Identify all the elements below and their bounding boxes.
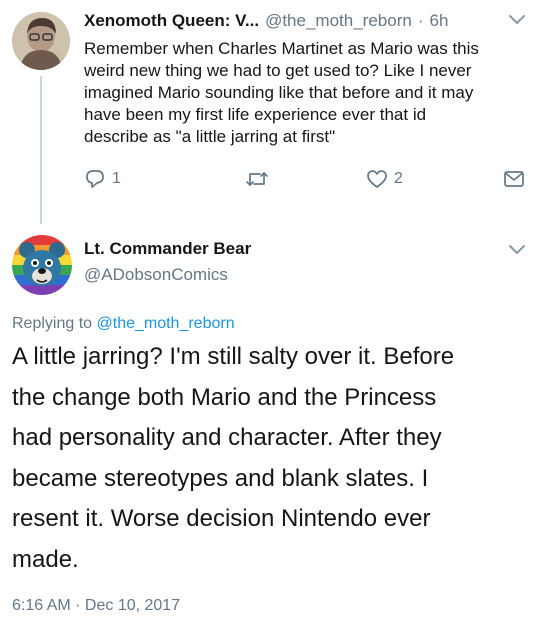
- tweet2-line: had personality and character. After the…: [12, 424, 442, 451]
- avatar-tweet1[interactable]: [12, 12, 70, 70]
- handle-tweet2[interactable]: @ADobsonComics: [84, 265, 228, 285]
- tweet1-line: Remember when Charles Martinet as Mario …: [84, 39, 479, 58]
- tweet1-line: describe as "a little jarring at first": [84, 127, 336, 146]
- tweet2-line: A little jarring? I'm still salty over i…: [12, 343, 455, 370]
- avatar-tweet2[interactable]: [12, 235, 72, 295]
- tweet1-line: weird new thing we had to get used to? L…: [84, 61, 472, 80]
- like-icon: [366, 168, 388, 190]
- handle-tweet1[interactable]: @the_moth_reborn: [265, 11, 412, 31]
- thread-line: [40, 76, 42, 224]
- tweet2-timestamp[interactable]: 6:16 AM · Dec 10, 2017: [12, 597, 180, 615]
- reply-icon: [84, 168, 106, 190]
- like-button[interactable]: 2: [366, 168, 403, 190]
- dm-button[interactable]: [503, 168, 525, 190]
- tweet2-text: A little jarring? I'm still salty over i…: [12, 337, 512, 580]
- replying-to-handle[interactable]: @the_moth_reborn: [97, 315, 235, 332]
- tweet1-text: Remember when Charles Martinet as Mario …: [84, 38, 524, 148]
- reply-button[interactable]: 1: [84, 168, 121, 190]
- retweet-icon: [244, 168, 270, 190]
- replying-to: Replying to @the_moth_reborn: [12, 315, 235, 333]
- display-name-tweet1[interactable]: Xenomoth Queen: V...: [84, 11, 259, 31]
- dm-icon: [503, 168, 525, 190]
- tweet2-line: resent it. Worse decision Nintendo ever: [12, 505, 431, 532]
- time-separator: ·: [417, 11, 424, 30]
- retweet-button[interactable]: [244, 168, 270, 190]
- chevron-down-icon[interactable]: [508, 244, 526, 256]
- tweet2-line: the change both Mario and the Princess: [12, 383, 437, 411]
- replying-prefix: Replying to: [12, 315, 93, 332]
- like-count: 2: [394, 170, 403, 187]
- tweet1-line: imagined Mario sounding like that before…: [84, 83, 474, 102]
- tweet2-line: became stereotypes and blank slates. I: [12, 464, 429, 492]
- tweet1-time[interactable]: 6h: [429, 11, 448, 31]
- display-name-tweet2[interactable]: Lt. Commander Bear: [84, 239, 251, 259]
- tweet1-line: have been my first life experience ever …: [84, 105, 427, 124]
- chevron-down-icon[interactable]: [508, 14, 526, 26]
- tweet2-line: made.: [12, 545, 79, 573]
- reply-count: 1: [112, 170, 121, 187]
